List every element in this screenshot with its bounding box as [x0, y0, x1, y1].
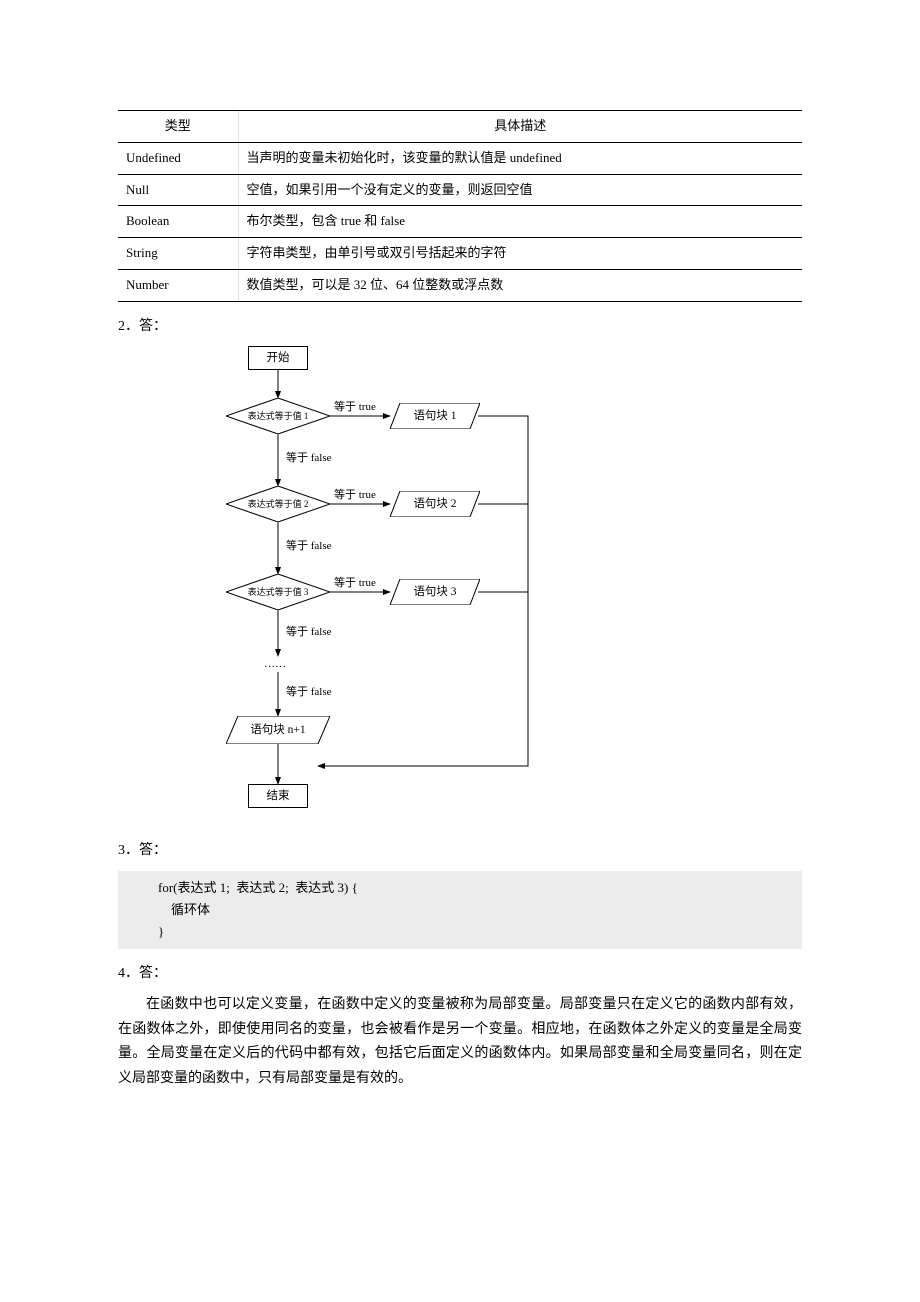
fc-true-1: 等于 true	[334, 399, 376, 417]
fc-block-2-label: 语句块 2	[413, 495, 456, 513]
cell-desc: 当声明的变量未初始化时，该变量的默认值是 undefined	[238, 142, 802, 174]
fc-start: 开始	[248, 346, 308, 370]
fc-end: 结束	[248, 784, 308, 808]
fc-start-label: 开始	[267, 349, 290, 367]
code-l1c: 1;	[217, 880, 237, 895]
fc-cond-2-label: 表达式等于值 2	[248, 497, 309, 511]
fc-block-2: 语句块 2	[390, 491, 480, 517]
fc-block-3: 语句块 3	[390, 579, 480, 605]
answer-4-text: 在函数中也可以定义变量，在函数中定义的变量被称为局部变量。局部变量只在定义它的函…	[118, 993, 802, 1091]
cell-type: Boolean	[118, 206, 238, 238]
cell-desc: 字符串类型，由单引号或双引号括起来的字符	[238, 238, 802, 270]
code-l1b: 表达式	[178, 880, 217, 895]
fc-false-3: 等于 false	[286, 624, 332, 642]
cell-desc: 布尔类型，包含 true 和 false	[238, 206, 802, 238]
code-l2: 循环体	[171, 902, 210, 917]
page: 类型 具体描述 Undefined当声明的变量未初始化时，该变量的默认值是 un…	[0, 0, 920, 1302]
cell-desc: 空值，如果引用一个没有定义的变量，则返回空值	[238, 174, 802, 206]
cell-type: Number	[118, 269, 238, 301]
fc-cond-2: 表达式等于值 2	[226, 486, 330, 522]
code-l1f: 表达式	[295, 880, 334, 895]
flowchart: 开始 表达式等于值 1 语句块 1 表达式等于值 2 语句块 2 表达式等于值 …	[178, 346, 598, 826]
code-l1a: for(	[158, 880, 178, 895]
fc-true-3: 等于 true	[334, 575, 376, 593]
fc-cond-1-label: 表达式等于值 1	[248, 409, 309, 423]
fc-end-label: 结束	[267, 787, 290, 805]
fc-false-2: 等于 false	[286, 538, 332, 556]
fc-cond-3: 表达式等于值 3	[226, 574, 330, 610]
th-type: 类型	[118, 111, 238, 143]
table-row: Null空值，如果引用一个没有定义的变量，则返回空值	[118, 174, 802, 206]
fc-block-n: 语句块 n+1	[226, 716, 330, 744]
table-row: Number数值类型，可以是 32 位、64 位整数或浮点数	[118, 269, 802, 301]
cell-type: String	[118, 238, 238, 270]
code-l1d: 表达式	[236, 880, 275, 895]
fc-dots: ……	[264, 656, 286, 674]
answer-3-label: 3．答：	[118, 840, 802, 862]
code-block: for(表达式 1; 表达式 2; 表达式 3) { 循环体 }	[118, 871, 802, 949]
th-desc: 具体描述	[238, 111, 802, 143]
cell-type: Undefined	[118, 142, 238, 174]
fc-block-1-label: 语句块 1	[413, 407, 456, 425]
types-table: 类型 具体描述 Undefined当声明的变量未初始化时，该变量的默认值是 un…	[118, 110, 802, 302]
code-l3: }	[158, 924, 164, 939]
fc-false-1: 等于 false	[286, 450, 332, 468]
fc-cond-3-label: 表达式等于值 3	[248, 585, 309, 599]
answer-4-label: 4．答：	[118, 963, 802, 985]
fc-block-1: 语句块 1	[390, 403, 480, 429]
fc-block-n-label: 语句块 n+1	[250, 721, 305, 739]
code-l1e: 2;	[275, 880, 295, 895]
table-row: Undefined当声明的变量未初始化时，该变量的默认值是 undefined	[118, 142, 802, 174]
cell-type: Null	[118, 174, 238, 206]
cell-desc: 数值类型，可以是 32 位、64 位整数或浮点数	[238, 269, 802, 301]
table-row: Boolean布尔类型，包含 true 和 false	[118, 206, 802, 238]
code-l1g: 3) {	[334, 880, 358, 895]
fc-block-3-label: 语句块 3	[413, 583, 456, 601]
fc-cond-1: 表达式等于值 1	[226, 398, 330, 434]
table-header-row: 类型 具体描述	[118, 111, 802, 143]
fc-false-4: 等于 false	[286, 684, 332, 702]
answer-2-label: 2．答：	[118, 316, 802, 338]
fc-true-2: 等于 true	[334, 487, 376, 505]
table-row: String字符串类型，由单引号或双引号括起来的字符	[118, 238, 802, 270]
